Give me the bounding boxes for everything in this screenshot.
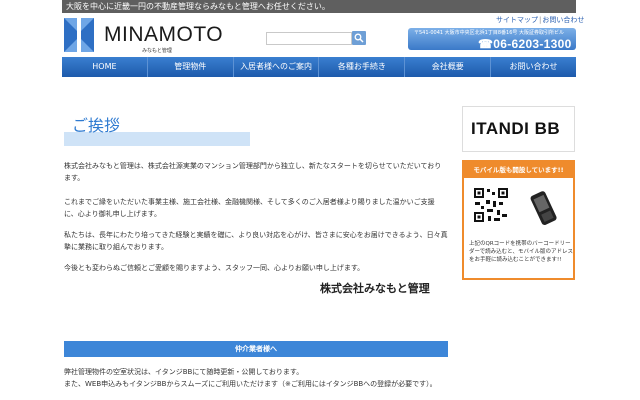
main-nav: HOME 管理物件 入居者様へのご案内 各種お手続き 会社概要 お問い合わせ — [62, 57, 576, 77]
section-line-1: 弊社管理物件の空室状況は、イタンジBBにて随時更新・公開しております。 — [64, 368, 304, 376]
nav-item-procedures[interactable]: 各種お手続き — [319, 57, 406, 77]
mobile-site-box: モバイル版も開設しています!! 上記のQRコードを携帯のバーコードリーダーで読み… — [462, 160, 575, 280]
contact-box: 〒541-0041 大阪市中央区北浜1丁目8番16号 大阪証券取引所ビル ☎06… — [408, 28, 576, 51]
mobile-box-description: 上記のQRコードを携帯のバーコードリーダーで読み込むと、モバイル版のアドレスをお… — [469, 241, 573, 263]
top-tagline-bar: 大阪を中心に近畿一円の不動産管理ならみなもと管理へお任せください。 — [62, 0, 576, 13]
nav-item-company[interactable]: 会社概要 — [405, 57, 492, 77]
greeting-paragraph-1: 株式会社みなもと管理は、株式会社源実業のマンション管理部門から独立し、新たなスタ… — [64, 162, 442, 182]
nav-item-contact[interactable]: お問い合わせ — [491, 57, 576, 77]
search-icon — [354, 33, 364, 43]
search-button[interactable] — [352, 31, 366, 45]
search-input[interactable] — [266, 32, 352, 45]
contact-phone[interactable]: ☎06-6203-1300 — [478, 37, 572, 51]
nav-item-residents-guide[interactable]: 入居者様へのご案内 — [234, 57, 320, 77]
logo-mark-icon — [64, 18, 94, 52]
itandi-bb-banner[interactable]: ITANDI BB — [462, 106, 575, 152]
mobile-phone-icon — [530, 191, 557, 225]
top-links: サイトマップ|お問い合わせ — [496, 15, 584, 25]
greeting-paragraph-4: 今後とも変わらぬご信頼とご愛顧を賜りますよう、スタッフ一同、心よりお願い申し上げ… — [64, 264, 365, 272]
page-heading-block: ご挨拶 — [64, 108, 250, 146]
section-title-bar: 仲介業者様へ — [64, 341, 448, 357]
greeting-paragraph-2: これまでご縁をいただいた事業主様、施工会社様、金融機関様、そして多くのご入居者様… — [64, 198, 435, 218]
nav-item-properties[interactable]: 管理物件 — [148, 57, 234, 77]
inquiry-link[interactable]: お問い合わせ — [542, 16, 584, 24]
sitemap-link[interactable]: サイトマップ — [496, 16, 538, 24]
itandi-banner-text: ITANDI BB — [471, 119, 561, 138]
mobile-box-title: モバイル版も開設しています!! — [464, 162, 573, 178]
section-line-2: また、WEB申込みもイタンジBBからスムーズにご利用いただけます（※ご利用にはイ… — [64, 380, 437, 388]
company-signature: 株式会社みなもと管理 — [320, 282, 430, 295]
logo-text: MINAMOTO — [104, 23, 224, 46]
nav-item-home[interactable]: HOME — [62, 57, 148, 77]
contact-address: 〒541-0041 大阪市中央区北浜1丁目8番16号 大阪証券取引所ビル — [414, 30, 564, 36]
tagline-text: 大阪を中心に近畿一円の不動産管理ならみなもと管理へお任せください。 — [66, 2, 330, 11]
page-title: ご挨拶 — [72, 116, 121, 135]
logo-subtext: みなもと管理 — [142, 48, 172, 54]
qr-code-icon — [473, 187, 509, 223]
greeting-paragraph-3: 私たちは、長年にわたり培ってきた経験と実績を礎に、より良い対応を心がけ、皆さまに… — [64, 231, 448, 251]
site-logo[interactable]: MINAMOTO みなもと管理 — [64, 18, 223, 54]
